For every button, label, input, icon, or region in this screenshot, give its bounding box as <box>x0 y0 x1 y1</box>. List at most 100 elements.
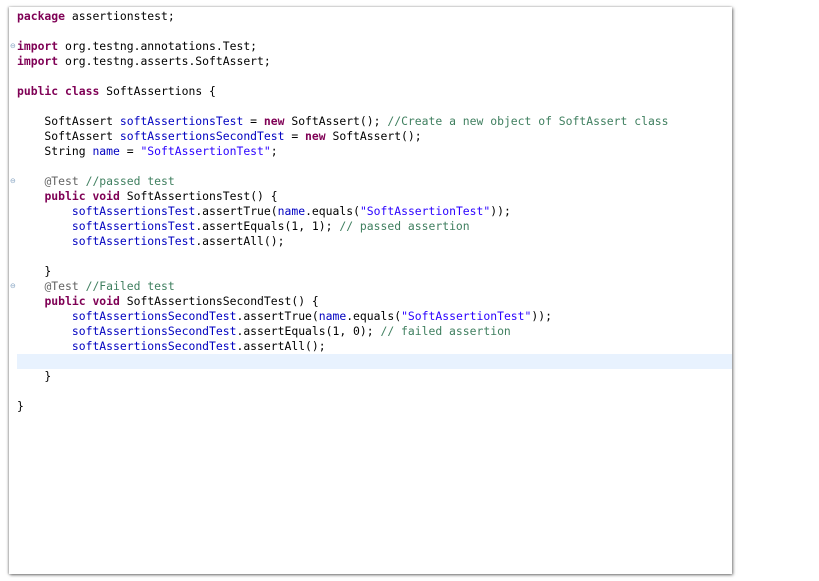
code-line[interactable]: public void SoftAssertionsSecondTest() { <box>17 294 732 309</box>
editor-gutter: ⊖ ⊖ ⊖ <box>9 7 17 574</box>
code-token: softAssertionsTest <box>71 234 196 248</box>
code-line[interactable] <box>17 354 732 369</box>
code-editor[interactable]: ⊖ ⊖ ⊖ package assertionstest; import org.t… <box>9 7 732 574</box>
code-token: "SoftAssertionTest" <box>140 144 271 158</box>
code-token: //passed test <box>85 174 175 188</box>
fold-minus-icon[interactable]: ⊖ <box>10 283 17 290</box>
code-token: String <box>17 144 93 158</box>
code-token: ; <box>270 144 278 158</box>
code-token: @Test <box>44 279 79 293</box>
code-line[interactable]: public class SoftAssertions { <box>17 84 732 99</box>
code-line[interactable]: softAssertionsTest.assertTrue(name.equal… <box>17 204 732 219</box>
code-token: new <box>263 114 285 128</box>
code-line[interactable]: @Test //Failed test <box>17 279 732 294</box>
code-token: //Failed test <box>85 279 175 293</box>
code-line[interactable]: @Test //passed test <box>17 174 732 189</box>
code-line[interactable]: } <box>17 399 732 414</box>
code-token: public <box>17 84 59 98</box>
code-token: .assertTrue( <box>195 204 278 218</box>
code-token: = <box>243 114 264 128</box>
code-line[interactable]: softAssertionsSecondTest.assertTrue(name… <box>17 309 732 324</box>
code-token: package <box>17 9 66 23</box>
code-line[interactable]: softAssertionsSecondTest.assertEquals(1,… <box>17 324 732 339</box>
code-token: org.testng.annotations.Test; <box>58 39 258 53</box>
code-token: SoftAssert <box>17 114 120 128</box>
code-token: org.testng.asserts.SoftAssert; <box>58 54 271 68</box>
code-token: .assertAll(); <box>195 234 285 248</box>
code-line[interactable] <box>17 159 732 174</box>
code-line[interactable]: import org.testng.annotations.Test; <box>17 39 732 54</box>
fold-minus-icon[interactable]: ⊖ <box>10 178 17 185</box>
code-token: .assertTrue( <box>236 309 319 323</box>
code-token: class <box>65 84 100 98</box>
code-token: // passed assertion <box>339 219 470 233</box>
code-token: softAssertionsSecondTest <box>119 129 285 143</box>
code-token: SoftAssertionsSecondTest() { <box>119 294 319 308</box>
code-line[interactable] <box>17 249 732 264</box>
code-line[interactable] <box>17 384 732 399</box>
code-text-area[interactable]: package assertionstest; import org.testn… <box>17 9 732 414</box>
code-token: .assertEquals(1, 0); <box>236 324 381 338</box>
code-token: softAssertionsTest <box>71 204 196 218</box>
code-token: } <box>17 369 52 383</box>
code-token: SoftAssert <box>17 129 120 143</box>
code-token: .equals( <box>305 204 360 218</box>
code-token: SoftAssert(); <box>284 114 388 128</box>
code-token: .assertEquals(1, 1); <box>195 219 340 233</box>
code-token: SoftAssertions { <box>99 84 216 98</box>
code-token: = <box>284 129 306 143</box>
code-token: // failed assertion <box>380 324 511 338</box>
code-line[interactable]: String name = "SoftAssertionTest"; <box>17 144 732 159</box>
code-token: name <box>318 309 347 323</box>
code-token: .equals( <box>346 309 402 323</box>
code-token: public <box>44 189 86 203</box>
code-token: softAssertionsTest <box>71 219 196 233</box>
code-token: SoftAssert(); <box>325 129 422 143</box>
code-token: )); <box>531 309 552 323</box>
code-token: assertionstest; <box>65 9 175 23</box>
code-token: public <box>44 294 86 308</box>
code-token: softAssertionsSecondTest <box>71 309 237 323</box>
code-token: softAssertionsSecondTest <box>71 324 237 338</box>
code-token: "SoftAssertionTest" <box>401 309 532 323</box>
code-line[interactable]: softAssertionsTest.assertAll(); <box>17 234 732 249</box>
code-line[interactable]: SoftAssert softAssertionsTest = new Soft… <box>17 114 732 129</box>
code-line[interactable]: public void SoftAssertionsTest() { <box>17 189 732 204</box>
code-token: //Create a new object of SoftAssert clas… <box>387 114 669 128</box>
code-line[interactable]: import org.testng.asserts.SoftAssert; <box>17 54 732 69</box>
code-token: import <box>17 39 59 53</box>
code-line[interactable] <box>17 99 732 114</box>
code-token: "SoftAssertionTest" <box>359 204 491 218</box>
code-token: softAssertionsSecondTest <box>71 339 237 353</box>
code-token: } <box>17 399 24 413</box>
code-line[interactable]: package assertionstest; <box>17 9 732 24</box>
code-token: void <box>92 189 120 203</box>
code-token: import <box>17 54 59 68</box>
code-token: )); <box>490 204 511 218</box>
code-line[interactable] <box>17 24 732 39</box>
code-token: new <box>305 129 326 143</box>
code-line[interactable]: SoftAssert softAssertionsSecondTest = ne… <box>17 129 732 144</box>
code-token: softAssertionsTest <box>119 114 244 128</box>
code-line[interactable]: } <box>17 264 732 279</box>
code-token: = <box>119 144 141 158</box>
code-token: @Test <box>44 174 79 188</box>
code-token: .assertAll(); <box>236 339 326 353</box>
code-token: void <box>92 294 120 308</box>
code-line[interactable]: softAssertionsTest.assertEquals(1, 1); /… <box>17 219 732 234</box>
code-line[interactable]: softAssertionsSecondTest.assertAll(); <box>17 339 732 354</box>
code-line[interactable] <box>17 69 732 84</box>
code-token: name <box>92 144 120 158</box>
code-line[interactable]: } <box>17 369 732 384</box>
fold-minus-icon[interactable]: ⊖ <box>10 43 17 50</box>
